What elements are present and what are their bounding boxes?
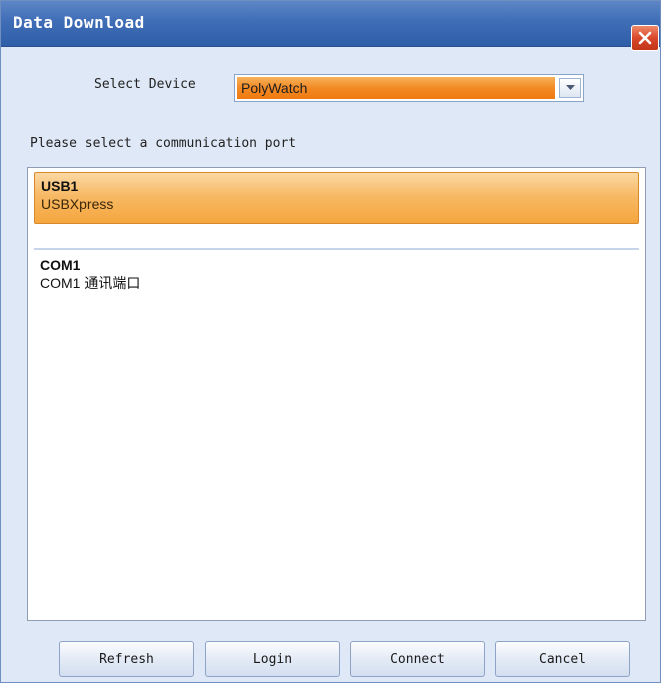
device-select-value[interactable]: PolyWatch bbox=[237, 77, 555, 99]
port-description: USBXpress bbox=[41, 196, 114, 212]
cancel-button[interactable]: Cancel bbox=[495, 641, 630, 677]
device-dropdown-button[interactable] bbox=[559, 78, 581, 98]
data-download-window: Data Download Select Device PolyWatch Pl… bbox=[0, 0, 661, 683]
connect-button[interactable]: Connect bbox=[350, 641, 485, 677]
close-button[interactable] bbox=[631, 25, 659, 51]
port-item-com1[interactable]: COM1 COM1 通讯端口 bbox=[34, 252, 639, 304]
port-description: COM1 通讯端口 bbox=[40, 275, 141, 291]
close-icon bbox=[638, 31, 652, 45]
port-name: COM1 bbox=[40, 257, 81, 273]
port-name: USB1 bbox=[41, 178, 79, 194]
port-prompt: Please select a communication port bbox=[30, 136, 297, 151]
device-select-row: Select Device PolyWatch bbox=[1, 71, 661, 105]
port-item-usb1[interactable]: USB1 USBXpress bbox=[34, 172, 639, 224]
port-list[interactable]: USB1 USBXpress COM1 COM1 通讯端口 bbox=[27, 167, 646, 621]
refresh-button[interactable]: Refresh bbox=[59, 641, 194, 677]
button-bar: Refresh Login Connect Cancel bbox=[1, 641, 661, 677]
list-separator bbox=[34, 248, 639, 250]
select-device-label: Select Device bbox=[94, 77, 196, 92]
window-title: Data Download bbox=[13, 13, 145, 32]
device-select[interactable]: PolyWatch bbox=[234, 74, 584, 102]
chevron-down-icon bbox=[565, 85, 575, 90]
title-bar[interactable]: Data Download bbox=[1, 1, 660, 51]
login-button[interactable]: Login bbox=[205, 641, 340, 677]
